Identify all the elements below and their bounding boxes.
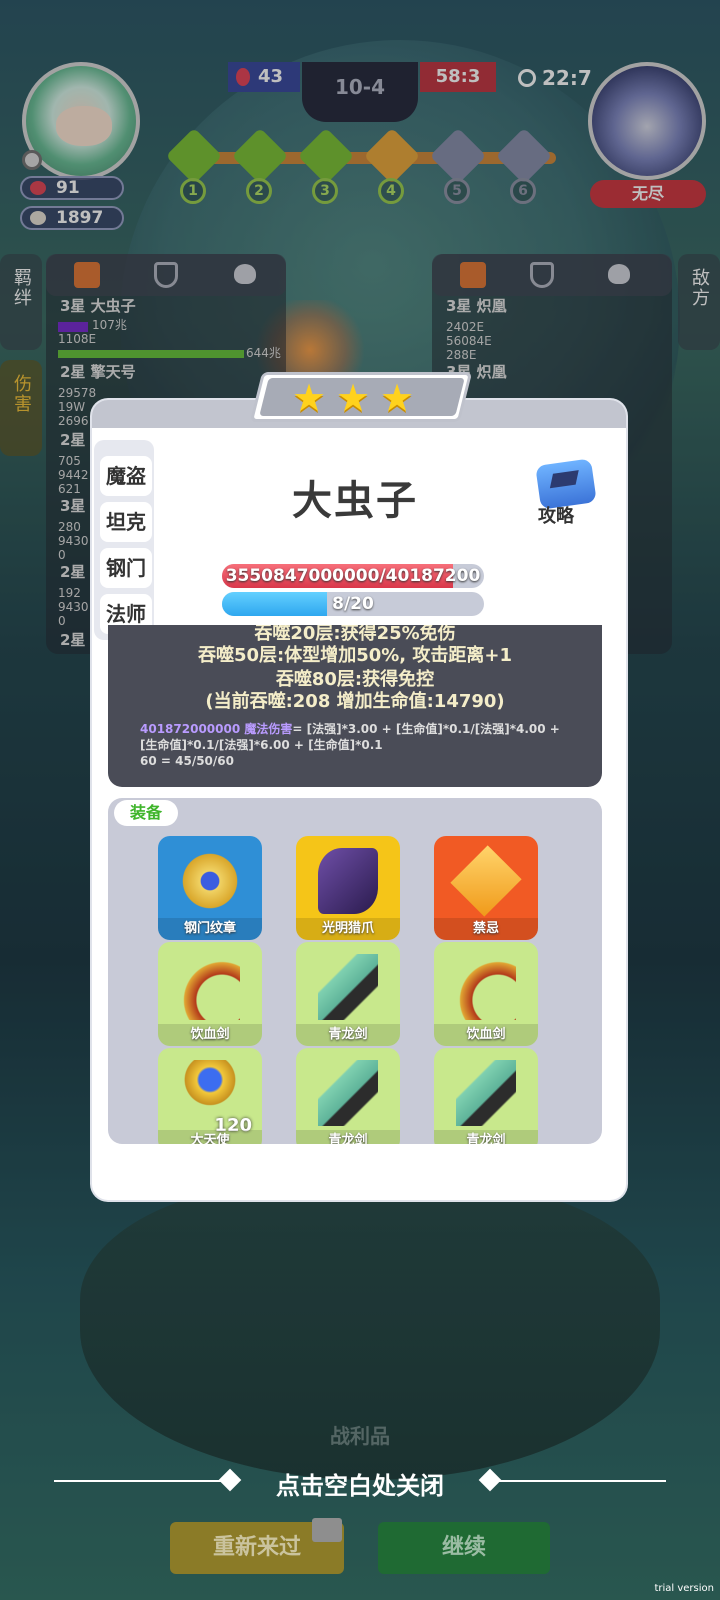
equipment-slot[interactable]: 钢门纹章 [158, 836, 262, 940]
crystal-icon [450, 845, 522, 917]
emblem-icon [180, 848, 240, 914]
equipment-name: 大天使 [158, 1130, 262, 1144]
equipment-name: 青龙剑 [296, 1130, 400, 1144]
hero-name: 大虫子 [292, 478, 418, 524]
equipment-name: 饮血剑 [434, 1024, 538, 1046]
scythe-icon [456, 954, 516, 1020]
scythe-icon [180, 954, 240, 1020]
star-icon: ★ [380, 376, 415, 420]
equipment-name: 禁忌 [434, 918, 538, 940]
equipment-slot[interactable]: 青龙剑 [296, 942, 400, 1046]
sword-icon [456, 1060, 516, 1126]
equipment-slot[interactable]: 青龙剑 [296, 1048, 400, 1144]
equipment-slot[interactable]: 光明猎爪 [296, 836, 400, 940]
role-tab-thief[interactable]: 魔盗 [100, 456, 152, 496]
skill-line: (当前吞噬:208 增加生命值:14790) [205, 691, 505, 712]
role-tab-tank[interactable]: 坦克 [100, 502, 152, 542]
equipment-name: 钢门纹章 [158, 918, 262, 940]
skill-line: 吞噬50层:体型增加50%, 攻击距离+1 [197, 645, 513, 666]
guide-label[interactable]: 攻略 [538, 502, 574, 528]
video-ad-icon [312, 1518, 342, 1542]
mana-text: 8/20 [332, 594, 374, 614]
sword-icon [318, 1060, 378, 1126]
claw-icon [318, 848, 378, 914]
equipment-slot[interactable]: 饮血剑 [434, 942, 538, 1046]
damage-formula: 401872000000 魔法伤害= [法强]*3.00 + [生命值]*0.1… [140, 722, 560, 768]
skill-description: 吞噬20层:获得25%免伤 吞噬50层:体型增加50%, 攻击距离+1 吞噬80… [108, 625, 602, 787]
equipment-name: 光明猎爪 [296, 918, 400, 940]
continue-button[interactable]: 继续 [378, 1522, 550, 1574]
equipment-name: 饮血剑 [158, 1024, 262, 1046]
role-tab-list: 魔盗 坦克 钢门 法师 [94, 440, 154, 640]
hp-text: 3550847000000/40187200 [225, 566, 481, 586]
role-tab-steelgate[interactable]: 钢门 [100, 548, 152, 588]
equipment-slot[interactable]: 禁忌 [434, 836, 538, 940]
sword-icon [318, 954, 378, 1020]
equipment-slot[interactable]: 120 大天使 [158, 1048, 262, 1144]
hero-detail-modal: ★ ★ ★ 魔盗 坦克 钢门 法师 大虫子 攻略 3550847000000/4… [92, 372, 626, 1200]
close-hint[interactable]: 点击空白处关闭 [0, 1466, 720, 1501]
hero-mana-bar: 8/20 [222, 592, 484, 616]
loot-label: 战利品 [330, 1424, 390, 1448]
hero-hp-bar: 3550847000000/40187200 [222, 564, 484, 588]
trial-watermark: trial version [654, 1583, 714, 1594]
equipment-name: 青龙剑 [434, 1130, 538, 1144]
star-icon: ★ [292, 376, 327, 420]
equipment-slot[interactable]: 青龙剑 [434, 1048, 538, 1144]
equipment-label: 装备 [114, 800, 178, 826]
equipment-slot[interactable]: 饮血剑 [158, 942, 262, 1046]
equipment-panel: 装备 钢门纹章 光明猎爪 禁忌 饮血剑 青龙剑 饮血剑 120 大天使 青龙剑 青龙剑 [108, 798, 602, 1144]
equipment-name: 青龙剑 [296, 1024, 400, 1046]
star-icon: ★ [336, 376, 371, 420]
